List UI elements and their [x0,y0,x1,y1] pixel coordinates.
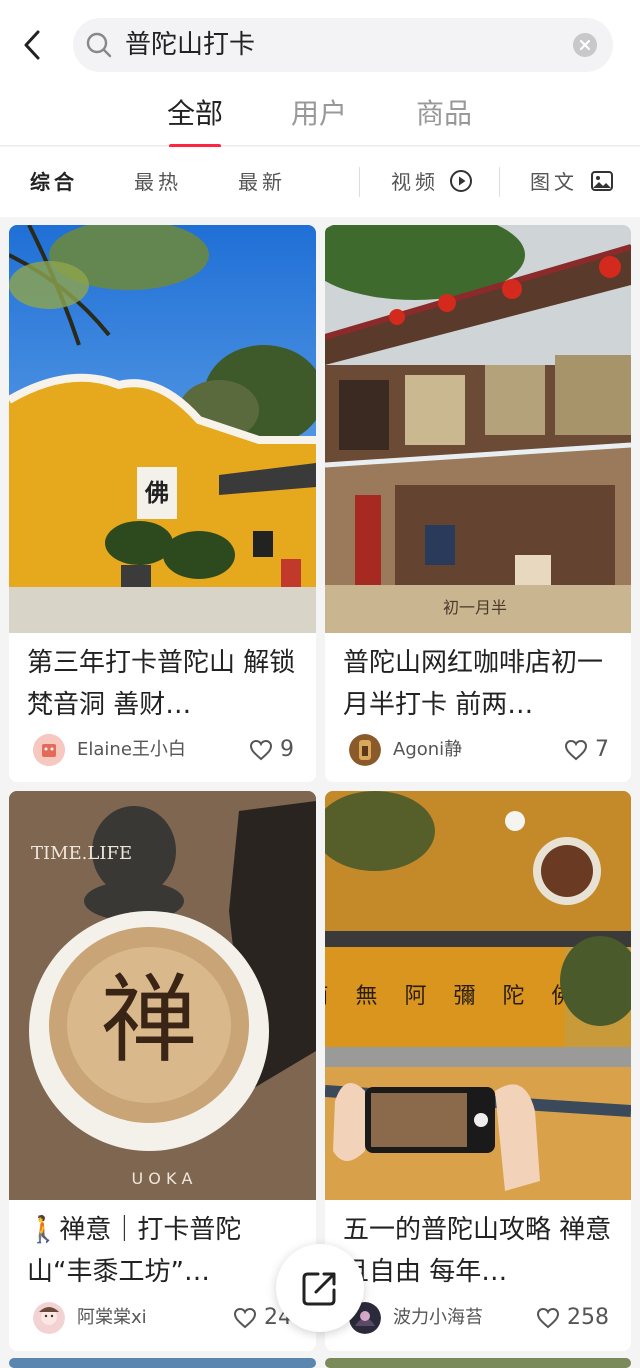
share-icon [302,1272,336,1306]
cover-wall-text: 南 無 阿 彌 陀 佛 [325,984,583,1009]
note-title[interactable]: 🚶禅意｜打卡普陀山“丰黍工坊”… [27,1209,300,1295]
author-avatar[interactable] [33,734,65,766]
note-card[interactable]: 初一月半 普陀山网红咖啡店初一月半打卡 前两… Agoni静 7 [325,225,631,782]
heart-icon[interactable] [249,739,273,761]
search-icon [85,31,113,59]
filter-newest[interactable]: 最新 [238,168,286,196]
note-card[interactable] [325,1358,631,1368]
cover-latte-art: 禅 [101,964,197,1076]
note-title[interactable]: 五一的普陀山攻略 禅意且自由 每年… [343,1209,615,1295]
filter-image-text[interactable]: 图文 [530,168,578,196]
cover-image[interactable]: 南 無 阿 彌 陀 佛 [325,791,631,1200]
heart-icon[interactable] [564,739,588,761]
divider [499,167,500,197]
cover-sign-text: U O K A [132,1169,193,1188]
play-icon[interactable] [449,169,473,193]
back-arrow-icon[interactable] [18,28,46,62]
result-tabs: 全部 用户 商品 [0,88,640,148]
note-title[interactable]: 第三年打卡普陀山 解锁梵音洞 善财… [27,642,300,728]
tab-all[interactable]: 全部 [167,94,223,148]
cover-calligraphy: 佛 [144,478,169,507]
filter-video[interactable]: 视频 [391,168,439,196]
note-card[interactable]: TIME.LIFE 禅 U O K A 🚶禅意｜打卡普陀山“丰黍工坊”… 阿棠棠… [9,791,316,1351]
cover-image[interactable]: TIME.LIFE 禅 U O K A [9,791,316,1200]
image-icon[interactable] [590,169,614,193]
tab-users[interactable]: 用户 [291,94,347,134]
author-avatar[interactable] [33,1302,65,1334]
author-name[interactable]: Elaine王小白 [77,736,186,764]
author-name[interactable]: Agoni静 [393,736,462,764]
note-card[interactable] [9,1358,316,1368]
cover-brand-text: TIME.LIFE [31,843,132,864]
note-card[interactable]: 南 無 阿 彌 陀 佛 五一的普陀山攻略 禅意且自由 每年… 波力小海苔 258 [325,791,631,1351]
author-name[interactable]: 波力小海苔 [393,1304,483,1332]
filter-comprehensive[interactable]: 综合 [30,168,78,196]
search-input[interactable]: 普陀山打卡 [125,28,255,62]
like-count: 7 [595,737,609,762]
search-bar[interactable]: 普陀山打卡 [73,18,613,72]
cover-image[interactable]: 佛 [9,225,316,633]
clear-search-icon[interactable] [573,33,597,57]
filter-hottest[interactable]: 最热 [134,168,182,196]
cover-shop-sign: 初一月半 [443,598,507,617]
top-bar: 普陀山打卡 [0,0,640,88]
like-count: 9 [280,737,294,762]
filter-bar: 综合 最热 最新 视频 图文 [0,147,640,217]
heart-icon[interactable] [536,1307,560,1329]
author-name[interactable]: 阿棠棠xi [77,1304,147,1332]
tab-products[interactable]: 商品 [416,94,472,134]
like-count: 258 [567,1305,609,1330]
share-button[interactable] [276,1244,364,1332]
note-card[interactable]: 佛 第三年打卡普陀山 解锁梵音洞 善财… Elaine王小白 9 [9,225,316,782]
cover-image[interactable]: 初一月半 [325,225,631,633]
author-avatar[interactable] [349,734,381,766]
heart-icon[interactable] [233,1307,257,1329]
divider [359,167,360,197]
note-title[interactable]: 普陀山网红咖啡店初一月半打卡 前两… [343,642,615,728]
